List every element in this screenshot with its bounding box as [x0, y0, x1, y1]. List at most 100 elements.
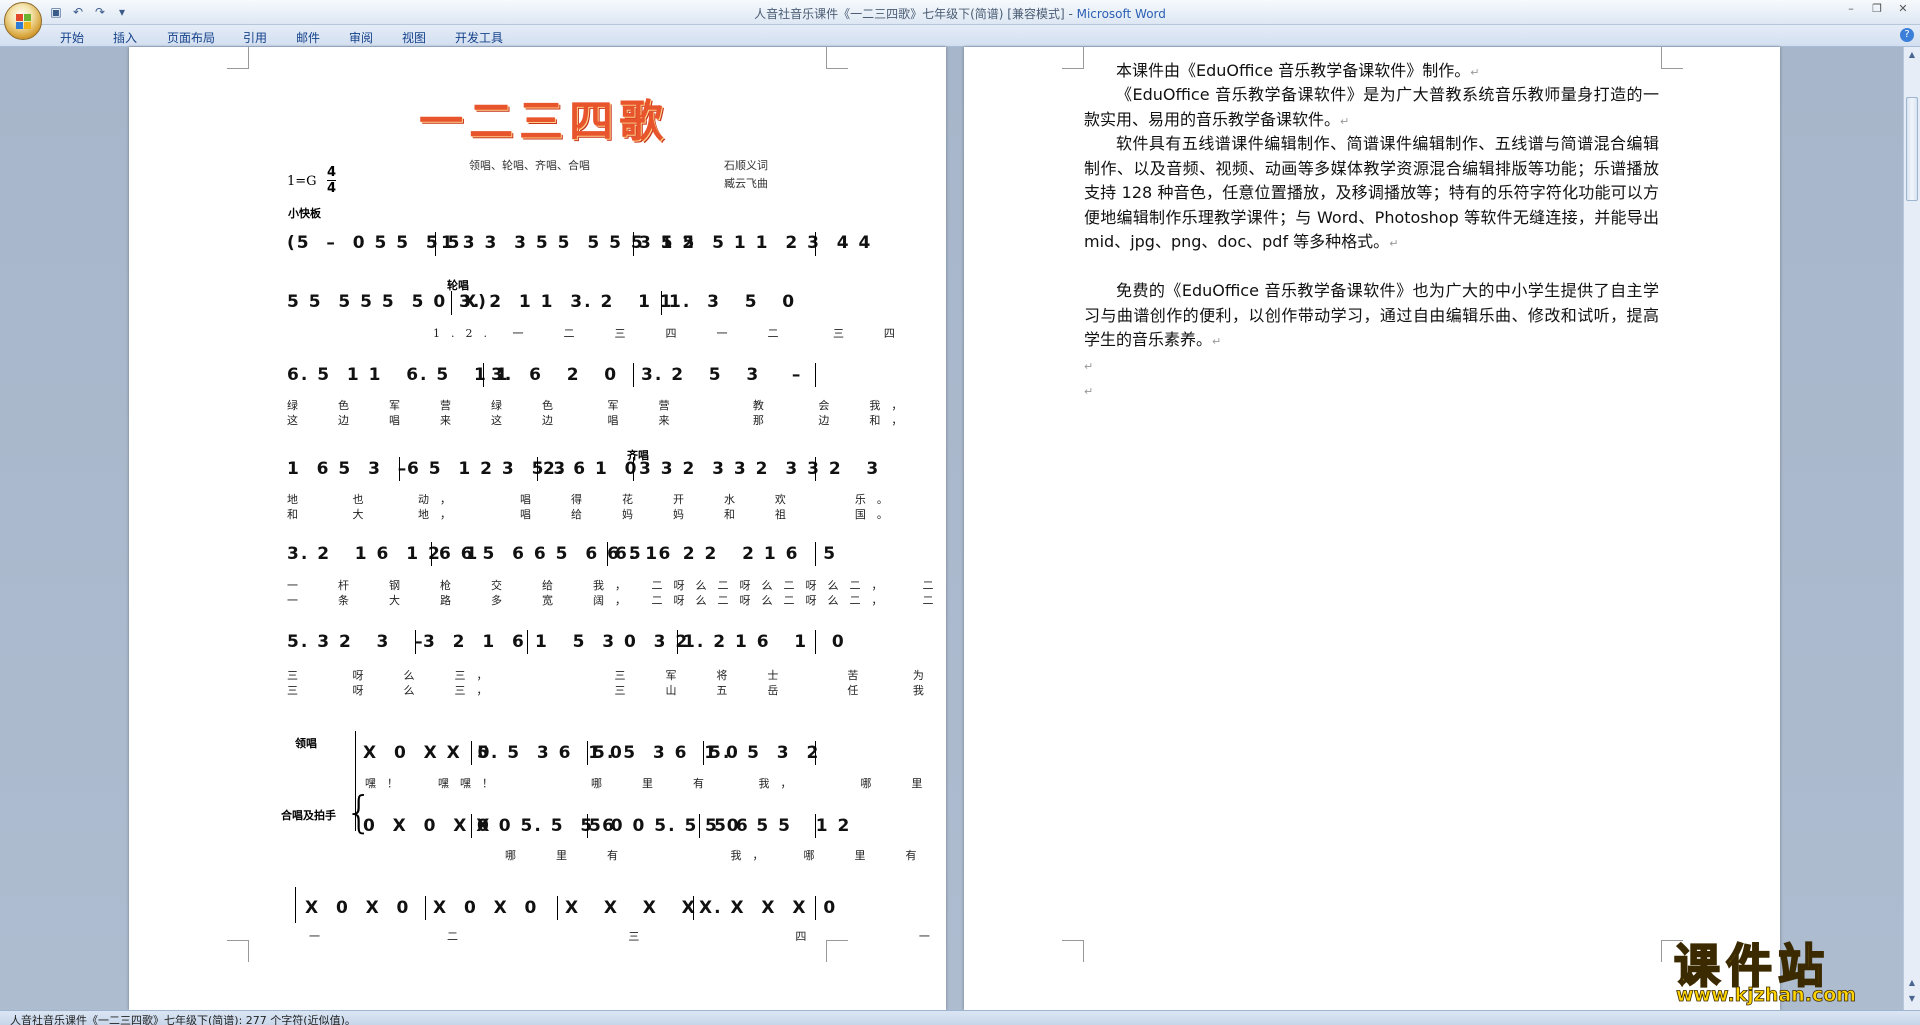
tab-insert[interactable]: 插入: [113, 29, 137, 46]
lyric-line-2: 绿 色 军 营 绿 色 军 营 教 会 我， 唱 得 山 摇: [287, 399, 914, 412]
status-text: 人音社音乐课件《一二三四歌》七年级下(简谱): 277 个字符(近似值)。: [10, 1014, 356, 1025]
barline: [661, 291, 662, 315]
notation-row-8a: 0 X 0 X X: [363, 816, 492, 836]
close-button[interactable]: ✕: [1894, 2, 1912, 15]
scroll-up-icon[interactable]: ▲: [1906, 49, 1918, 61]
lyric-line-11: 哪 里 有 我， 哪 里 有 我， 哪 里 就 有: [505, 849, 928, 862]
notation-row-4a: 1 6 5 3 –: [287, 459, 409, 479]
tab-review[interactable]: 审阅: [349, 29, 373, 46]
tab-view[interactable]: 视图: [402, 29, 426, 46]
barline: [527, 630, 528, 654]
title-bar: ▣ ↶ ↷ ▾ 人音社音乐课件《一二三四歌》七年级下(简谱) [兼容模式] - …: [0, 0, 1920, 40]
notation-row-4c: 2. 6 1 0: [543, 459, 639, 479]
barline: [557, 896, 558, 920]
chorus-part-label: 合唱及拍手: [281, 809, 336, 822]
crop-mark: [1062, 940, 1084, 962]
notation-row-8d: 5 0 5 5 1 2: [705, 816, 852, 836]
barline: [295, 887, 296, 923]
barline: [471, 814, 472, 838]
solo-part-label: 领唱: [295, 737, 317, 750]
barline: [451, 291, 452, 315]
tab-developer[interactable]: 开发工具: [455, 29, 503, 46]
crop-mark: [227, 940, 249, 962]
tab-home[interactable]: 开始: [60, 29, 84, 46]
tab-references[interactable]: 引用: [243, 29, 267, 46]
barline: [815, 896, 816, 920]
notation-row-9d: X. X X X 0: [699, 898, 838, 918]
paragraph-1[interactable]: 本课件由《EduOffice 音乐教学备课软件》制作。↵: [1084, 59, 1659, 86]
barline: [815, 814, 816, 838]
lyric-line-9: 三 呀 么 三， 三 山 五 岳 任 我 走， 四 海 为 家，: [287, 684, 935, 697]
maximize-button[interactable]: ❐: [1868, 2, 1886, 15]
lyric-line-4: 地 也 动， 唱 得 花 开 水 欢 乐。 一呀么一呀么一呀么 一，: [287, 493, 899, 506]
barline: [633, 363, 634, 387]
paragraph-4[interactable]: 免费的《EduOffice 音乐教学备课软件》也为广大的中小学生提供了自主学习与…: [1084, 279, 1659, 355]
barline: [483, 363, 484, 387]
barline: [425, 896, 426, 920]
notation-row-7d: 5. 5 3 2: [709, 743, 821, 763]
barline: [587, 741, 588, 765]
barline: [633, 457, 634, 481]
lyric-line-12: 一 二 三 四 一 二 三 四 一 二 三 四: [309, 930, 941, 943]
tab-page-layout[interactable]: 页面布局: [167, 29, 215, 46]
lyric-line-8: 三 呀 么 三， 三 军 将 士 苦 为 乐， 四 海 为 家，: [287, 669, 935, 682]
window-controls: – ❐ ✕: [1842, 2, 1912, 15]
barline: [607, 542, 608, 566]
notation-row-1c: 3 5 5 5 1 1 2 3 4 4: [639, 233, 873, 253]
barline: [815, 741, 816, 765]
barline: [435, 232, 436, 256]
song-subtitle: 领唱、轮唱、齐唱、合唱: [469, 159, 590, 172]
lyricist: 石顺义词: [724, 159, 768, 172]
crop-mark: [227, 47, 249, 69]
paragraph-3[interactable]: 软件具有五线谱课件编辑制作、简谱课件编辑制作、五线谱与简谱混合编辑制作、以及音频…: [1084, 132, 1659, 257]
lyric-line-6: 一 杆 钢 枪 交 给 我， 二呀么二呀么二呀么二， 二 话 没 说 为 祖 国…: [287, 579, 945, 592]
tab-mailings[interactable]: 邮件: [296, 29, 320, 46]
song-title: 一二三四歌: [419, 96, 669, 147]
barline: [399, 457, 400, 481]
scroll-thumb[interactable]: [1906, 97, 1918, 201]
empty-paragraph[interactable]: ↵: [1084, 378, 1659, 405]
notation-row-3b: 3. 6 2 0: [491, 365, 619, 385]
office-logo-icon: [16, 14, 32, 30]
barline: [815, 232, 816, 256]
notation-row-6b: 3 2 1 6: [423, 632, 526, 652]
barline: [815, 457, 816, 481]
office-button[interactable]: [4, 2, 42, 40]
vertical-scrollbar[interactable]: ▲ ▲ ▼: [1903, 47, 1920, 1010]
notation-row-9a: X 0 X 0: [305, 898, 411, 918]
page-1[interactable]: 一二三四歌 领唱、轮唱、齐唱、合唱 石顺义词 臧云飞曲 1=G 44 小快板 (…: [129, 47, 946, 1010]
barline: [815, 363, 816, 387]
barline: [587, 814, 588, 838]
lyric-line-1: 1.2. 一 二 三 四 一 二 三 四 像 首 歌，: [433, 327, 906, 340]
lyric-line-5: 和 大 地， 唱 给 妈 妈 和 祖 国。 一呀么一呀么一呀么 一，: [287, 508, 899, 521]
barline: [815, 542, 816, 566]
barline: [415, 630, 416, 654]
barline: [693, 896, 694, 920]
notation-row-2c: 1. 3 5 0: [669, 292, 797, 312]
barline: [815, 630, 816, 654]
notation-row-4d: 3 3 2 3 3 2 3 3 2 3: [639, 459, 881, 479]
crop-mark: [826, 47, 848, 69]
composer: 臧云飞曲: [724, 177, 768, 190]
notation-row-2a: 5 5 5 5 5 5 0 X): [287, 292, 488, 312]
notation-row-9b: X 0 X 0: [433, 898, 539, 918]
notation-row-7a: X 0 X X 0: [363, 743, 492, 763]
page-2[interactable]: 本课件由《EduOffice 音乐教学备课软件》制作。↵ 《EduOffice …: [964, 47, 1780, 1010]
next-page-icon[interactable]: ▼: [1906, 993, 1918, 1005]
minimize-button[interactable]: –: [1842, 2, 1860, 15]
empty-paragraph[interactable]: ↵: [1084, 353, 1659, 380]
barline: [703, 741, 704, 765]
key-signature: 1=G: [287, 174, 317, 189]
window-title: 人音社音乐课件《一二三四歌》七年级下(简谱) [兼容模式] - Microsof…: [754, 7, 1166, 21]
barline: [431, 542, 432, 566]
notation-row-2b: 3. 2 1 1 3. 2 1 1: [459, 292, 674, 312]
prev-page-icon[interactable]: ▲: [1906, 977, 1918, 989]
notation-row-9c: X X X X: [565, 898, 697, 918]
barline: [537, 457, 538, 481]
notation-row-6a: 5. 3 2 3 –: [287, 632, 425, 652]
paragraph-2[interactable]: 《EduOffice 音乐教学备课软件》是为广大普教系统音乐教师量身打造的一款实…: [1084, 83, 1659, 134]
ribbon-tabs: 开始 插入 页面布局 引用 邮件 审阅 视图 开发工具 ?: [0, 25, 1920, 47]
site-watermark: 课件站 www.kjzhan.com: [1662, 930, 1902, 1012]
barline: [699, 814, 700, 838]
help-icon[interactable]: ?: [1900, 28, 1914, 42]
